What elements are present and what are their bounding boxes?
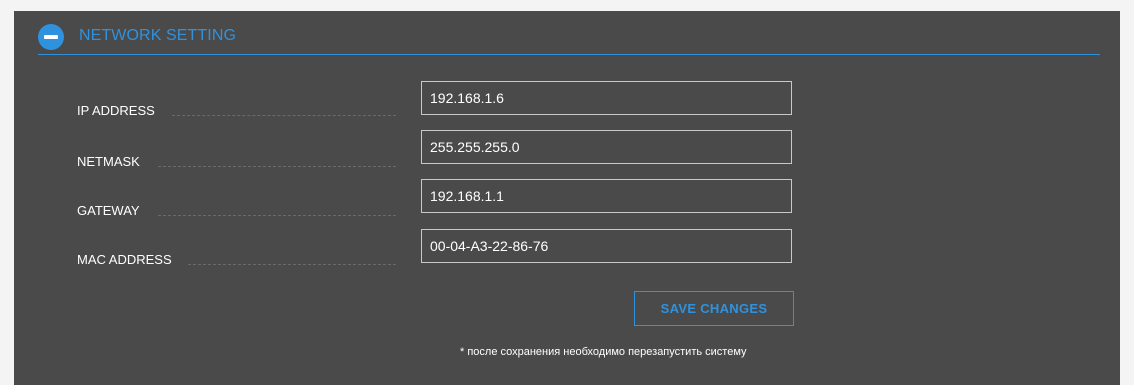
netmask-input[interactable] [421,130,792,164]
restart-note: * после сохранения необходимо перезапуст… [460,346,747,358]
collapse-minus-icon[interactable] [38,24,64,50]
netmask-label: NETMASK [77,154,140,169]
gateway-leader [158,215,396,216]
network-settings-panel: NETWORK SETTING IP ADDRESS NETMASK GATEW… [14,11,1120,385]
netmask-leader [158,166,396,167]
ip-address-label: IP ADDRESS [77,103,155,118]
save-changes-button[interactable]: SAVE CHANGES [634,291,794,326]
ip-address-input[interactable] [421,81,792,115]
section-title: NETWORK SETTING [79,27,237,44]
ip-address-leader [172,115,396,116]
mac-address-label: MAC ADDRESS [77,252,172,267]
mac-address-leader [188,264,396,265]
mac-address-input[interactable] [421,229,792,263]
section-header[interactable]: NETWORK SETTING [38,24,1100,55]
gateway-input[interactable] [421,179,792,213]
gateway-label: GATEWAY [77,203,140,218]
